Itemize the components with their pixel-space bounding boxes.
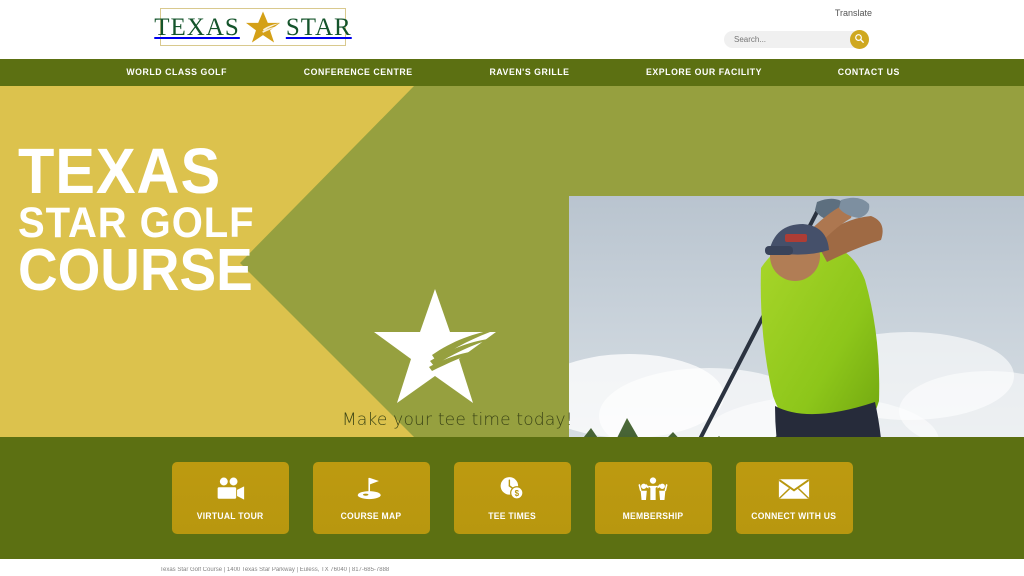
video-camera-icon — [215, 476, 245, 502]
main-navigation: WORLD CLASS GOLF CONFERENCE CENTRE RAVEN… — [0, 59, 1024, 86]
hero-title-line-3: COURSE — [18, 236, 253, 303]
site-logo[interactable]: TEXAS STAR — [154, 8, 351, 46]
hero-photo — [569, 196, 1024, 437]
quick-link-tee-times[interactable]: $ TEE TIMES — [453, 462, 571, 534]
logo-text-left: TEXAS — [154, 13, 240, 41]
quick-link-membership[interactable]: MEMBERSHIP — [594, 462, 712, 534]
hero-title-line-1: TEXAS — [18, 135, 222, 207]
site-footer: Texas Star Golf Course | 1400 Texas Star… — [0, 559, 1024, 576]
logo-star-icon — [241, 10, 285, 44]
search-box[interactable] — [724, 30, 869, 49]
top-bar: TEXAS STAR Translate — [0, 0, 1024, 59]
svg-text:$: $ — [515, 489, 520, 498]
logo-text-right: STAR — [285, 13, 352, 41]
envelope-icon — [778, 476, 810, 502]
nav-item-conference-centre[interactable]: CONFERENCE CENTRE — [273, 59, 444, 86]
hero-title: TEXAS STAR GOLF COURSE — [18, 135, 272, 303]
quick-link-label: CONNECT WITH US — [751, 510, 837, 521]
quick-link-connect-with-us[interactable]: CONNECT WITH US — [735, 462, 853, 534]
nav-item-explore-our-facility[interactable]: EXPLORE OUR FACILITY — [614, 59, 792, 86]
quick-links-bar: VIRTUAL TOUR COURSE MAP $ TEE TIMES MEMB… — [0, 437, 1024, 559]
hero-title-line-2: STAR GOLF — [18, 199, 255, 248]
search-icon — [854, 32, 865, 47]
quick-link-course-map[interactable]: COURSE MAP — [312, 462, 430, 534]
people-group-icon — [638, 476, 668, 502]
translate-link[interactable]: Translate — [835, 8, 872, 18]
quick-link-label: MEMBERSHIP — [622, 510, 684, 521]
quick-link-virtual-tour[interactable]: VIRTUAL TOUR — [171, 462, 289, 534]
footer-contact-text: Texas Star Golf Course | 1400 Texas Star… — [160, 567, 390, 573]
clock-dollar-icon: $ — [498, 476, 526, 502]
search-input[interactable] — [724, 32, 842, 47]
search-button[interactable] — [850, 30, 869, 49]
quick-link-label: COURSE MAP — [340, 510, 402, 521]
quick-link-label: TEE TIMES — [488, 510, 536, 521]
quick-link-label: VIRTUAL TOUR — [196, 510, 264, 521]
nav-item-contact-us[interactable]: CONTACT US — [806, 59, 931, 86]
hero-carousel: TEXAS STAR GOLF COURSE Make your tee tim… — [0, 86, 1024, 437]
page-root: TEXAS STAR Translate Search... WORLD CLA… — [0, 0, 1024, 576]
nav-item-ravens-grille[interactable]: RAVEN'S GRILLE — [458, 59, 601, 86]
texas-star-swoosh-icon — [372, 285, 498, 407]
golf-flag-green-icon — [356, 476, 386, 502]
nav-item-world-class-golf[interactable]: WORLD CLASS GOLF — [95, 59, 258, 86]
hero-tagline: Make your tee time today! — [342, 410, 573, 430]
